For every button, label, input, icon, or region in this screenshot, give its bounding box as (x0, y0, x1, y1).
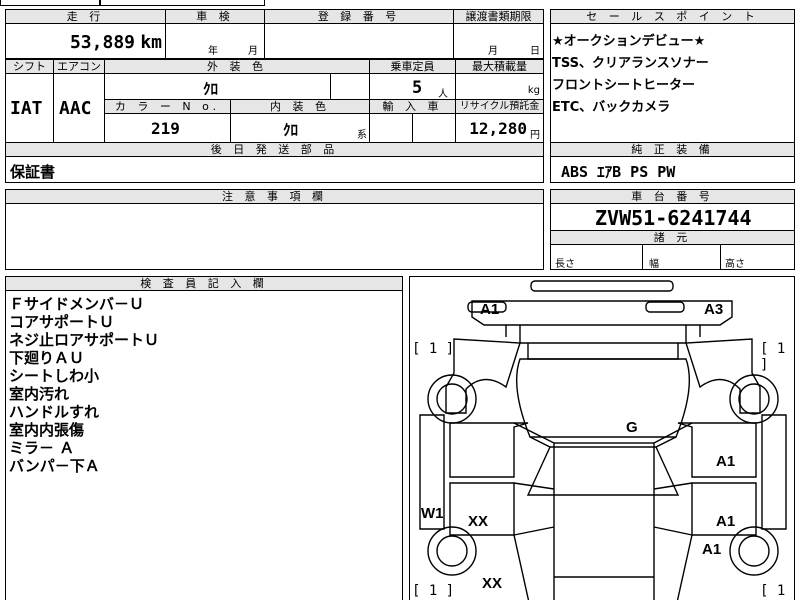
maxload-cell: kg (455, 73, 544, 100)
color-cell-extra (330, 73, 370, 100)
shaken-month-unit: 月 (248, 46, 258, 57)
color-no-cell: 219 (104, 113, 231, 143)
color-no-value: 219 (151, 119, 180, 138)
mark-right-front-bracket: [ 1 ] (760, 341, 786, 373)
shaken-cell: 年 月 (165, 23, 265, 59)
inspector-header: 検 査 員 記 入 欄 (5, 276, 403, 291)
import-header: 輸 入 車 (369, 99, 456, 114)
dims-height-label: 高さ (725, 259, 745, 270)
sales-point-3: フロントシートヒーター (552, 78, 696, 93)
mark-left-rear-bracket: [ 1 ] (412, 583, 455, 599)
mileage-cell: 53,889 km (5, 23, 166, 59)
mark-a1-right-2: A1 (716, 513, 736, 530)
capacity-value: 5 (412, 78, 423, 98)
ac-value: AAC (59, 98, 92, 119)
mark-left-front-bracket: [ 1 ] (412, 341, 455, 357)
mark-a1-right-1: A1 (716, 453, 736, 470)
shaken-header: 車 検 (165, 9, 265, 24)
ac-header: エアコン (53, 59, 105, 74)
import-cell-b (412, 113, 456, 143)
color-no-header: カ ラ ー N o. (104, 99, 231, 114)
mileage-header: 走 行 (5, 9, 166, 24)
sales-point-2: TSS、クリアランスソナー (552, 56, 709, 71)
transfer-day-unit: 日 (530, 46, 540, 57)
interior-value: ｸﾛ (283, 121, 299, 139)
transfer-month-unit: 月 (488, 46, 498, 57)
chassis-cell: ZVW51-6241744 (550, 203, 795, 231)
color-header: 外 装 色 (104, 59, 370, 74)
recycle-unit: 円 (530, 130, 540, 141)
capacity-header: 乗車定員 (369, 59, 456, 74)
sales-header: セ ー ル ス ポ イ ン ト (550, 9, 795, 24)
maxload-header: 最大積載量 (455, 59, 544, 74)
shaken-year-unit: 年 (208, 46, 218, 57)
capacity-unit: 人 (438, 89, 448, 100)
dims-height-cell: 高さ (720, 244, 795, 270)
notes-header: 注 意 事 項 欄 (5, 189, 544, 204)
inspector-line-10: バンパ－下Ａ (9, 457, 100, 475)
exterior-color-value: ｸﾛ (203, 80, 219, 98)
mark-xx-2: XX (482, 575, 503, 592)
chassis-header: 車 台 番 号 (550, 189, 795, 204)
interior-suffix: 系 (357, 130, 367, 141)
sales-points-box: ★オークションデビュー★ TSS、クリアランスソナー フロントシートヒーター E… (550, 23, 795, 143)
dims-width-label: 幅 (649, 259, 659, 270)
ac-cell: AAC (53, 73, 105, 143)
mileage-unit: km (140, 32, 162, 53)
sales-point-1: ★オークションデビュー★ (552, 34, 706, 49)
color-cell: ｸﾛ (104, 73, 331, 100)
equipment-header: 純 正 装 備 (550, 142, 795, 157)
recycle-value: 12,280 (469, 119, 527, 138)
interior-cell: ｸﾛ 系 (230, 113, 370, 143)
shift-cell: IAT (5, 73, 54, 143)
shift-value: IAT (10, 98, 43, 119)
registration-header: 登 録 番 号 (264, 9, 454, 24)
recycle-cell: 12,280 円 (455, 113, 544, 143)
mark-w1: W1 (421, 505, 444, 522)
dims-header: 諸 元 (550, 230, 795, 245)
mark-a1-top: A1 (480, 301, 500, 318)
later-parts-cell: 保証書 (5, 156, 544, 183)
transfer-header: 譲渡書類期限 (453, 9, 544, 24)
mark-a3-top: A3 (704, 301, 724, 318)
dims-length-cell: 長さ (550, 244, 643, 270)
equipment-value: ABS ｴｱB PS PW (561, 163, 676, 181)
recycle-header: リサイクル預託金 (455, 99, 544, 114)
later-parts-value: 保証書 (10, 163, 56, 181)
notes-cell (5, 203, 544, 270)
top-strip (0, 0, 100, 6)
mark-a1-right-3: A1 (702, 541, 722, 558)
sales-point-4: ETC、バックカメラ (552, 100, 671, 115)
dims-length-label: 長さ (555, 259, 575, 270)
capacity-cell: 5 人 (369, 73, 456, 100)
top-strip-2 (100, 0, 265, 6)
shift-header: シフト (5, 59, 54, 74)
mark-right-rear-bracket: [ 1 ] (760, 583, 786, 600)
chassis-value: ZVW51-6241744 (595, 206, 752, 230)
maxload-unit: kg (527, 85, 540, 96)
transfer-cell: 月 日 (453, 23, 544, 59)
mark-g: G (626, 419, 638, 436)
mark-xx-1: XX (468, 513, 489, 530)
car-diagram: A1 A3 [ 1 ] [ 1 ] G A1 W1 XX A1 A1 XX [ … (409, 276, 795, 600)
equipment-cell: ABS ｴｱB PS PW (550, 156, 795, 183)
registration-cell (264, 23, 454, 59)
interior-header: 内 装 色 (230, 99, 370, 114)
car-outline (419, 280, 787, 600)
inspector-cell: Ｆサイドメンバ－Ｕ コアサポートＵ ネジ止ロアサポートＵ 下廻りＡＵ シートしわ… (5, 290, 403, 600)
dims-width-cell: 幅 (642, 244, 721, 270)
import-cell-a (369, 113, 413, 143)
later-parts-header: 後 日 発 送 部 品 (5, 142, 544, 157)
mileage-value: 53,889 (69, 32, 135, 53)
